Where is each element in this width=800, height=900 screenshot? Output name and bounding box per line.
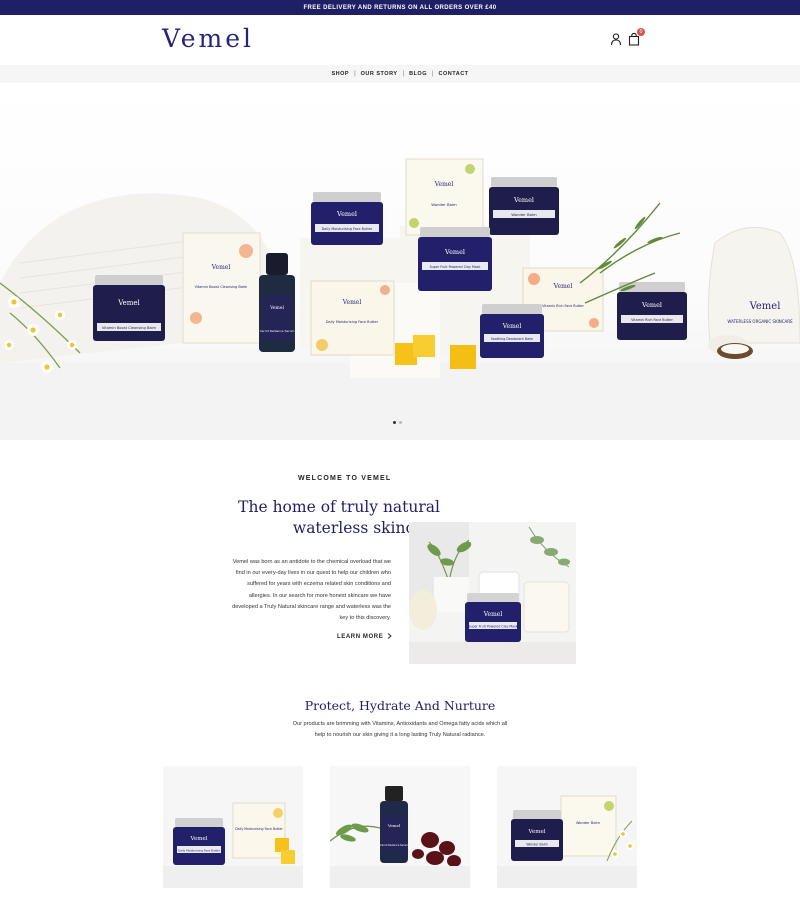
slider-dots <box>393 421 402 424</box>
svg-text:Vitamin Boost Cleansing Balm: Vitamin Boost Cleansing Balm <box>102 326 157 330</box>
product-image: Wonder Balm Vemel Wonder Balm <box>497 766 637 888</box>
main-nav: SHOP | OUR STORY | BLOG | CONTACT <box>0 65 800 83</box>
svg-text:WATERLESS ORGANIC SKINCARE: WATERLESS ORGANIC SKINCARE <box>727 319 793 324</box>
svg-text:Vemel: Vemel <box>444 248 465 256</box>
welcome-body: Vemel was born as an antidote to the che… <box>232 559 391 622</box>
cart-count-badge: 0 <box>637 28 645 36</box>
welcome-photo: Vemel Super Fruit Powered Clay Mask <box>409 522 576 664</box>
slider-dot-2[interactable] <box>399 421 402 424</box>
site-header: Vemel 0 <box>0 15 800 65</box>
nav-item-blog[interactable]: BLOG <box>404 71 432 77</box>
hero-slider[interactable]: Vemel Vitamin Boost Cleansing Balm Vemel… <box>0 83 800 440</box>
nav-item-shop[interactable]: SHOP <box>326 71 354 77</box>
section-text: Our products are brimming with Vitamins,… <box>292 721 508 738</box>
svg-text:Carrot Radiance Serum: Carrot Radiance Serum <box>260 329 295 333</box>
chevron-right-icon <box>387 633 393 641</box>
svg-text:Vemel: Vemel <box>553 283 573 290</box>
svg-text:Vemel: Vemel <box>211 264 231 271</box>
svg-text:Super Fruit Powered Clay Mask: Super Fruit Powered Clay Mask <box>468 625 517 629</box>
product-tile[interactable]: Wonder Balm Vemel Wonder Balm <box>497 766 637 888</box>
announcement-text: FREE DELIVERY AND RETURNS ON ALL ORDERS … <box>303 4 497 11</box>
svg-text:Wonder Balm: Wonder Balm <box>526 843 547 847</box>
svg-text:Wonder Balm: Wonder Balm <box>511 212 537 217</box>
learn-more-label: LEARN MORE <box>337 634 384 640</box>
header-icons: 0 <box>609 28 645 46</box>
svg-text:Daily Moisturising Face Butter: Daily Moisturising Face Butter <box>235 827 283 831</box>
nav-item-our-story[interactable]: OUR STORY <box>356 71 403 77</box>
shopping-bag-icon[interactable]: 0 <box>627 28 645 46</box>
svg-text:Vitamin Boost Cleansing Balm: Vitamin Boost Cleansing Balm <box>195 285 248 289</box>
svg-text:Vemel: Vemel <box>387 823 401 828</box>
svg-text:Vitamin Rich Face Butter: Vitamin Rich Face Butter <box>542 304 584 308</box>
user-icon[interactable] <box>609 32 623 46</box>
svg-text:Vemel: Vemel <box>528 829 546 835</box>
svg-text:Vemel: Vemel <box>336 210 357 218</box>
svg-text:Wonder Balm: Wonder Balm <box>576 821 601 825</box>
svg-text:Wonder Balm: Wonder Balm <box>431 202 457 207</box>
product-image: Vemel Carrot Radiance Serum <box>330 766 470 888</box>
section-title: Protect, Hydrate And Nurture <box>304 698 496 713</box>
svg-text:Vemel: Vemel <box>117 299 140 307</box>
product-image: Vemel Daily Moisturising Face Butter Dai… <box>163 766 303 888</box>
svg-text:Vemel: Vemel <box>190 836 208 842</box>
svg-text:Vemel: Vemel <box>641 301 662 309</box>
svg-text:Vitamin Rich Face Butter: Vitamin Rich Face Butter <box>631 318 673 322</box>
slider-dot-1[interactable] <box>393 421 396 424</box>
svg-text:Daily Moisturising Face Butter: Daily Moisturising Face Butter <box>178 849 221 853</box>
svg-text:Super Fruit Powered Clay Mask: Super Fruit Powered Clay Mask <box>430 265 481 269</box>
hero-product-photo: Vemel Vitamin Boost Cleansing Balm Vemel… <box>0 158 800 440</box>
svg-text:Vemel: Vemel <box>502 323 522 330</box>
svg-text:Vemel: Vemel <box>342 299 362 306</box>
product-tile[interactable]: Vemel Daily Moisturising Face Butter Dai… <box>163 766 303 888</box>
svg-text:Vemel: Vemel <box>513 196 534 204</box>
brand-logo[interactable]: Vemel <box>162 24 254 53</box>
headline-line-1: The home of truly natural <box>238 498 440 516</box>
product-tile[interactable]: Vemel Carrot Radiance Serum <box>330 766 470 888</box>
svg-text:Soothing Deodorant Balm: Soothing Deodorant Balm <box>491 337 534 341</box>
svg-text:Carrot Radiance Serum: Carrot Radiance Serum <box>380 844 408 847</box>
announcement-bar: FREE DELIVERY AND RETURNS ON ALL ORDERS … <box>0 0 800 15</box>
svg-text:Vemel: Vemel <box>434 181 454 188</box>
svg-text:Daily Moisturising Face Butter: Daily Moisturising Face Butter <box>326 320 379 324</box>
svg-text:Vemel: Vemel <box>749 301 781 312</box>
welcome-eyebrow: WELCOME TO VEMEL <box>298 475 392 482</box>
nav-item-contact[interactable]: CONTACT <box>434 71 474 77</box>
svg-text:Vemel: Vemel <box>483 611 503 618</box>
svg-text:Vemel: Vemel <box>269 305 284 311</box>
learn-more-link[interactable]: LEARN MORE <box>337 633 393 641</box>
svg-text:Daily Moisturising Face Butter: Daily Moisturising Face Butter <box>322 227 373 231</box>
